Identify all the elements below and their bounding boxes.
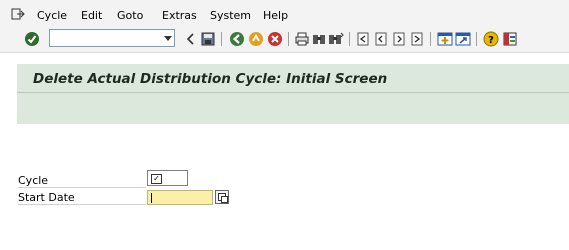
- start-date-label-underline: [18, 204, 146, 205]
- date-picker-button[interactable]: [215, 190, 229, 204]
- help-icon[interactable]: ?: [483, 31, 499, 47]
- calendar-icon-overlay: [221, 196, 228, 203]
- toolbar-separator: [476, 32, 477, 46]
- back-nav-icon[interactable]: [183, 31, 199, 47]
- cycle-label: Cycle: [18, 174, 49, 187]
- menu-exit-icon[interactable]: [11, 8, 25, 20]
- menu-help[interactable]: Help: [263, 9, 288, 22]
- previous-page-icon[interactable]: [373, 31, 389, 47]
- cycle-field[interactable]: ✓: [147, 170, 188, 186]
- command-field[interactable]: [49, 29, 175, 47]
- back-icon[interactable]: [229, 31, 245, 47]
- command-dropdown-icon[interactable]: [164, 36, 172, 41]
- create-session-icon[interactable]: [437, 31, 453, 47]
- next-page-icon[interactable]: [391, 31, 407, 47]
- menu-bar: Cycle Edit Goto Extras System Help: [0, 0, 569, 26]
- title-divider: [17, 92, 569, 93]
- toolbar-separator: [349, 32, 350, 46]
- first-page-icon[interactable]: [355, 31, 371, 47]
- menu-goto[interactable]: Goto: [117, 9, 143, 22]
- text-cursor: [151, 193, 152, 203]
- start-date-field[interactable]: [147, 190, 213, 205]
- exit-icon[interactable]: [248, 31, 264, 47]
- last-page-icon[interactable]: [409, 31, 425, 47]
- find-next-icon[interactable]: [328, 31, 344, 47]
- menu-edit[interactable]: Edit: [81, 9, 102, 22]
- menu-cycle[interactable]: Cycle: [37, 9, 67, 22]
- cancel-icon[interactable]: [267, 31, 283, 47]
- print-icon[interactable]: [294, 31, 310, 47]
- toolbar-separator: [288, 32, 289, 46]
- find-icon[interactable]: [311, 31, 327, 47]
- required-check-icon: ✓: [151, 174, 162, 184]
- cycle-label-underline: [18, 187, 146, 188]
- page-title: Delete Actual Distribution Cycle: Initia…: [33, 71, 388, 87]
- screen-title-band: Delete Actual Distribution Cycle: Initia…: [17, 64, 569, 124]
- svg-text:?: ?: [488, 35, 494, 46]
- save-icon[interactable]: [200, 31, 216, 47]
- start-date-label: Start Date: [18, 191, 75, 204]
- toolbar-separator: [430, 32, 431, 46]
- standard-toolbar: ?: [0, 26, 569, 53]
- menu-extras[interactable]: Extras: [162, 9, 197, 22]
- customize-layout-icon[interactable]: [502, 31, 518, 47]
- toolbar-separator: [221, 32, 222, 46]
- menu-system[interactable]: System: [210, 9, 251, 22]
- shortcut-icon[interactable]: [455, 31, 471, 47]
- enter-check-icon[interactable]: [24, 31, 40, 47]
